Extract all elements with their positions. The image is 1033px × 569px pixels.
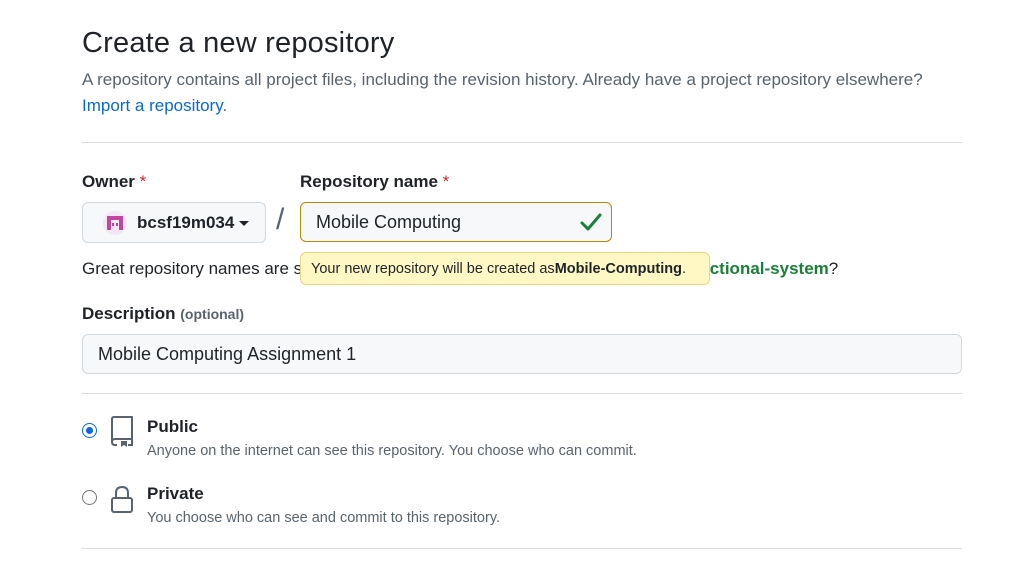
caret-down-icon [239,221,250,226]
section-divider [82,548,962,549]
page-title: Create a new repository [82,27,395,59]
repository-name-label: Repository name * [300,172,449,192]
check-icon [580,213,602,231]
hint-suffix: ? [828,259,839,278]
repository-name-label-text: Repository name [300,172,438,191]
required-mark: * [442,172,450,191]
tooltip-repo-slug: Mobile-Computing [554,260,682,277]
public-radio[interactable] [82,423,97,438]
import-repository-link-wrap: Import a repository. [82,96,227,116]
import-repository-link[interactable]: Import a repository [82,96,222,115]
avatar [103,210,127,235]
owner-select-button[interactable]: bcsf19m034 [82,202,266,243]
description-label-text: Description [82,304,176,323]
repository-name-suggestion-wrap: ictional-system? [705,259,838,279]
description-input[interactable] [82,334,962,374]
hint-prefix: Great repository names are s [82,259,303,278]
owner-label-text: Owner [82,172,135,191]
public-option-title: Public [147,417,199,436]
owner-repo-separator: / [276,203,285,236]
required-mark: * [139,172,147,191]
repository-name-input[interactable] [300,202,612,242]
repository-name-hint: Great repository names are s [82,259,302,279]
optional-badge: (optional) [180,306,245,322]
tooltip-prefix: Your new repository will be created as [311,260,555,277]
tooltip-suffix: . [681,260,686,277]
repo-icon [111,416,133,447]
section-divider [82,393,962,394]
import-link-suffix: . [222,96,228,115]
owner-label: Owner * [82,172,146,192]
repository-slug-tooltip: Your new repository will be created as M… [300,252,710,285]
private-radio[interactable] [82,490,97,505]
repository-name-suggestion[interactable]: ictional-system [705,259,829,278]
private-option-description: You choose who can see and commit to thi… [147,510,501,526]
public-option-description: Anyone on the internet can see this repo… [147,443,637,459]
page-intro: A repository contains all project files,… [82,70,923,89]
lock-icon [111,485,133,513]
description-label: Description (optional) [82,304,244,324]
private-option-title: Private [147,484,204,503]
owner-name: bcsf19m034 [137,212,235,232]
section-divider [82,142,962,143]
